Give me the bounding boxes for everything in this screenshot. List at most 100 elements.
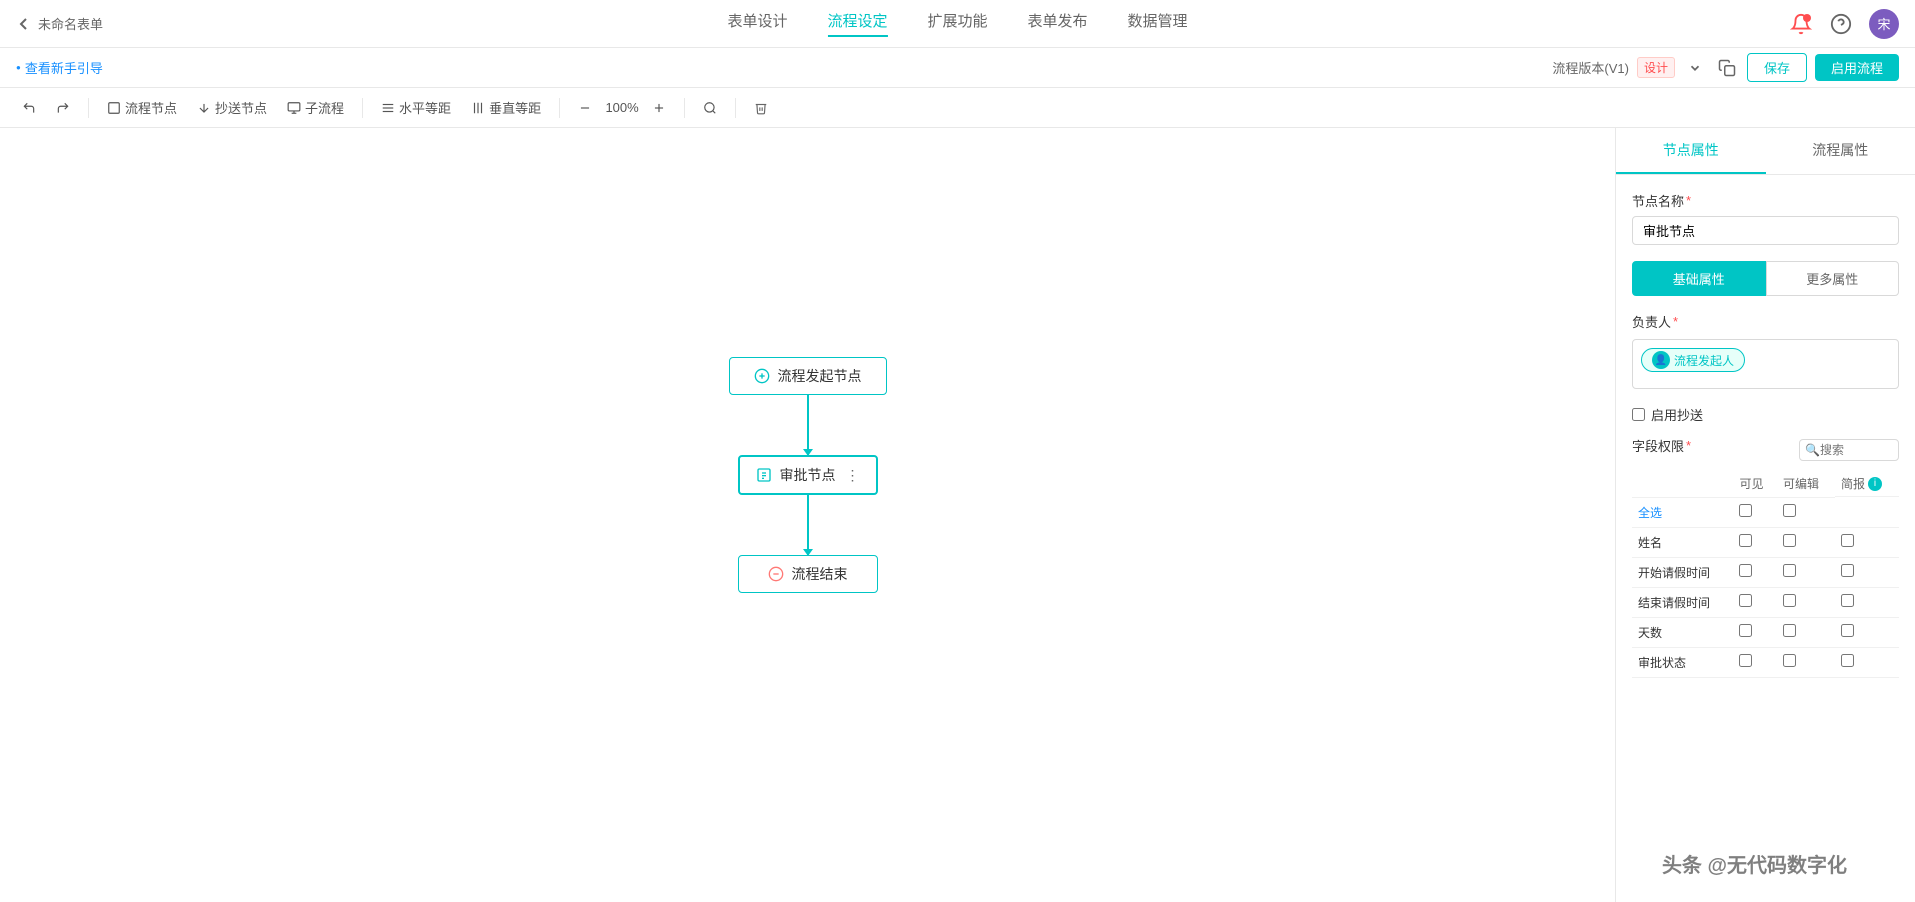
- approval-node-box[interactable]: 审批节点 ⋮: [738, 455, 878, 495]
- nav-flow-setting[interactable]: 流程设定: [827, 10, 887, 37]
- undo-button[interactable]: [16, 99, 42, 117]
- select-all-editable[interactable]: [1777, 497, 1835, 527]
- v-align-button[interactable]: 垂直等距: [465, 96, 547, 119]
- end-node-label: 流程结束: [792, 564, 848, 584]
- guide-link[interactable]: 查看新手引导: [16, 58, 103, 77]
- field-visible-4[interactable]: [1739, 654, 1752, 667]
- all-editable-checkbox[interactable]: [1783, 504, 1796, 517]
- field-editable-2[interactable]: [1783, 594, 1796, 607]
- field-report-1[interactable]: [1841, 564, 1854, 577]
- field-report-2[interactable]: [1841, 594, 1854, 607]
- fit-screen-button[interactable]: [697, 99, 723, 117]
- node-name-input[interactable]: [1632, 216, 1899, 245]
- start-node-box[interactable]: 流程发起节点: [729, 357, 887, 395]
- notification-dot: [1803, 14, 1811, 22]
- page-title: 未命名表单: [38, 14, 103, 33]
- responsible-label: 负责人 *: [1632, 312, 1899, 331]
- end-node[interactable]: 流程结束: [738, 555, 878, 593]
- select-all-label: 全选: [1632, 497, 1733, 527]
- col-field-name: [1632, 471, 1733, 497]
- field-row-end-time: 结束请假时间: [1632, 587, 1899, 617]
- sep-4: [684, 98, 685, 118]
- field-editable-3[interactable]: [1783, 624, 1796, 637]
- field-report-4[interactable]: [1841, 654, 1854, 667]
- field-row-days: 天数: [1632, 617, 1899, 647]
- sep-2: [362, 98, 363, 118]
- end-node-box[interactable]: 流程结束: [738, 555, 878, 593]
- zoom-control: 100%: [572, 99, 672, 117]
- select-all-visible[interactable]: [1733, 497, 1776, 527]
- start-node-label: 流程发起节点: [778, 366, 862, 386]
- field-row-name: 姓名: [1632, 527, 1899, 557]
- report-info-icon[interactable]: i: [1868, 477, 1882, 491]
- field-visible-0[interactable]: [1739, 534, 1752, 547]
- col-visible: 可见: [1733, 471, 1776, 497]
- field-report-3[interactable]: [1841, 624, 1854, 637]
- subheader: 查看新手引导 流程版本(V1) 设计 保存 启用流程: [0, 48, 1915, 88]
- copy-node-label: 抄送节点: [215, 98, 267, 117]
- help-icon[interactable]: [1829, 12, 1853, 36]
- copy-send-checkbox[interactable]: [1632, 408, 1645, 421]
- nav-data[interactable]: 数据管理: [1128, 10, 1188, 37]
- basic-attr-tab[interactable]: 基础属性: [1632, 261, 1766, 296]
- all-visible-checkbox[interactable]: [1739, 504, 1752, 517]
- main-nav: 表单设计 流程设定 扩展功能 表单发布 数据管理: [727, 10, 1187, 37]
- approval-node[interactable]: 审批节点 ⋮: [738, 455, 878, 495]
- save-button[interactable]: 保存: [1747, 53, 1807, 82]
- copy-node-button[interactable]: 抄送节点: [191, 96, 273, 119]
- header-right: 宋: [1789, 9, 1899, 39]
- delete-button[interactable]: [748, 99, 774, 117]
- user-avatar-icon: 👤: [1652, 351, 1670, 369]
- field-visible-2[interactable]: [1739, 594, 1752, 607]
- tab-node-properties[interactable]: 节点属性: [1616, 128, 1766, 174]
- field-report-0[interactable]: [1841, 534, 1854, 547]
- field-editable-1[interactable]: [1783, 564, 1796, 577]
- sub-flow-button[interactable]: 子流程: [281, 96, 350, 119]
- field-editable-0[interactable]: [1783, 534, 1796, 547]
- copy-version-icon[interactable]: [1715, 56, 1739, 80]
- col-editable: 可编辑: [1777, 471, 1835, 497]
- field-perm-label: 字段权限 *: [1632, 436, 1691, 455]
- responsible-tag: 👤 流程发起人: [1641, 348, 1745, 372]
- avatar[interactable]: 宋: [1869, 9, 1899, 39]
- connector-1: [807, 395, 809, 455]
- responsible-area[interactable]: 👤 流程发起人: [1632, 339, 1899, 389]
- zoom-out-button[interactable]: [572, 99, 598, 117]
- h-align-button[interactable]: 水平等距: [375, 96, 457, 119]
- col-report: 简报 i: [1835, 471, 1899, 497]
- node-more-button[interactable]: ⋮: [846, 467, 860, 484]
- responsible-group: 负责人 * 👤 流程发起人: [1632, 312, 1899, 389]
- panel-body: 节点名称 * 基础属性 更多属性 负责人 * 👤 流程: [1616, 175, 1915, 902]
- back-button[interactable]: 未命名表单: [16, 14, 103, 33]
- redo-button[interactable]: [50, 99, 76, 117]
- field-name-0: 姓名: [1632, 527, 1733, 557]
- flow-node-button[interactable]: 流程节点: [101, 96, 183, 119]
- field-permission-group: 字段权限 * 🔍 可见 可编辑: [1632, 436, 1899, 678]
- v-align-label: 垂直等距: [489, 98, 541, 117]
- approval-node-label: 审批节点: [780, 465, 836, 485]
- responsible-required: *: [1673, 314, 1678, 329]
- responsible-person-label: 流程发起人: [1674, 352, 1734, 369]
- field-name-3: 天数: [1632, 617, 1733, 647]
- h-align-label: 水平等距: [399, 98, 451, 117]
- nav-publish[interactable]: 表单发布: [1028, 10, 1088, 37]
- flow-canvas[interactable]: 流程发起节点 审批节点 ⋮: [0, 128, 1615, 902]
- zoom-value: 100%: [604, 100, 640, 115]
- zoom-in-button[interactable]: [646, 99, 672, 117]
- field-visible-1[interactable]: [1739, 564, 1752, 577]
- start-node[interactable]: 流程发起节点: [729, 357, 887, 395]
- field-row-start-time: 开始请假时间: [1632, 557, 1899, 587]
- enable-button[interactable]: 启用流程: [1815, 54, 1899, 81]
- version-dropdown-icon[interactable]: [1683, 56, 1707, 80]
- notification-icon[interactable]: [1789, 12, 1813, 36]
- field-visible-3[interactable]: [1739, 624, 1752, 637]
- nav-extend[interactable]: 扩展功能: [927, 10, 987, 37]
- nav-form-design[interactable]: 表单设计: [727, 10, 787, 37]
- field-editable-4[interactable]: [1783, 654, 1796, 667]
- toolbar: 流程节点 抄送节点 子流程 水平等距 垂直等距 100%: [0, 88, 1915, 128]
- more-attr-tab[interactable]: 更多属性: [1766, 261, 1900, 296]
- tab-flow-properties[interactable]: 流程属性: [1766, 128, 1915, 174]
- version-text: 流程版本(V1): [1552, 58, 1629, 77]
- select-all-row: 全选: [1632, 497, 1899, 527]
- version-info: 流程版本(V1) 设计 保存 启用流程: [1552, 53, 1899, 82]
